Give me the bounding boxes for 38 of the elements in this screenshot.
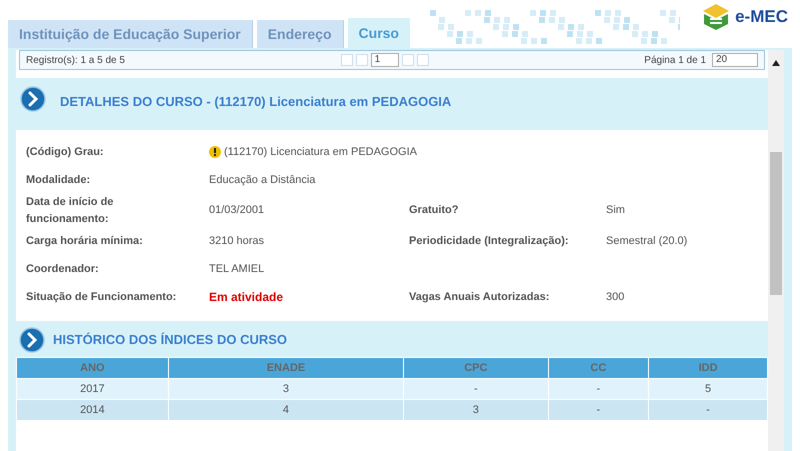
field-value: 01/03/2001 (209, 203, 264, 218)
page-size-select[interactable]: 20 (712, 53, 758, 67)
field-value: (112170) Licenciatura em PEDAGOGIA (224, 144, 417, 160)
table-cell: - (548, 400, 649, 420)
field-value: TEL AMIEL (209, 262, 264, 277)
table-cell: - (648, 400, 768, 420)
field-label: (Código) Grau: (26, 144, 105, 160)
column-header: IDD (648, 358, 768, 378)
tab[interactable]: Curso (348, 18, 410, 48)
table-cell: 2014 (16, 400, 168, 420)
field-label: Modalidade: (26, 172, 92, 188)
field-label: Carga horária mínima: (26, 234, 144, 249)
column-header: CPC (404, 358, 548, 378)
field-value: Em atividade (209, 289, 284, 306)
section-title: HISTÓRICO DOS ÍNDICES DO CURSO (53, 331, 288, 350)
tab[interactable]: Instituição de Educação Superior (8, 20, 253, 48)
field-label: Gratuito? (409, 203, 460, 218)
records-count: Registro(s): 1 a 5 de 5 (26, 54, 125, 68)
table-cell: 4 (168, 400, 404, 420)
field-value: Educação a Distância (209, 172, 316, 188)
column-header: CC (548, 358, 649, 378)
field-label: Vagas Anuais Autorizadas: (409, 290, 550, 305)
tab[interactable]: Endereço (256, 20, 344, 48)
table-cell: 3 (404, 400, 548, 420)
column-header: ANO (16, 358, 168, 378)
field-label: Periodicidade (Integralização): (409, 234, 570, 249)
field-label: Coordenador: (26, 262, 100, 277)
field-value: 300 (606, 290, 624, 305)
field-label: Situação de Funcionamento: (26, 290, 178, 305)
section-title: DETALHES DO CURSO - (112170) Licenciatura em PEDAGOGIA (60, 93, 452, 111)
column-header: ENADE (168, 358, 404, 378)
field-value: 3210 horas (209, 234, 264, 249)
page-info: Página 1 de 1 (644, 54, 706, 68)
field-value: Semestral (20.0) (606, 234, 688, 249)
page-select[interactable]: 1 (370, 53, 399, 67)
field-value: Sim (606, 203, 625, 218)
logo-text: e-MEC (735, 6, 788, 28)
field-label: Data de início de funcionamento: (26, 195, 114, 226)
